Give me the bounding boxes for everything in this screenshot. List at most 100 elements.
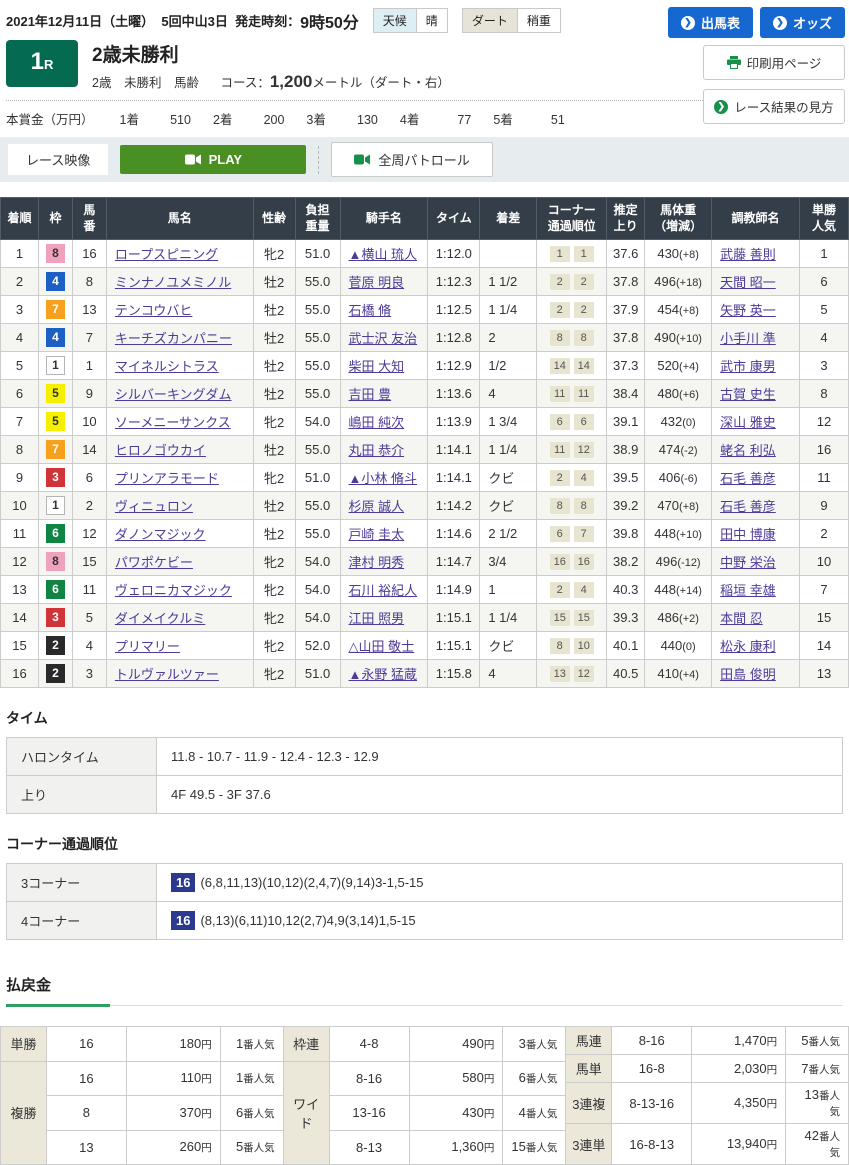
sex-age: 牝2: [253, 604, 295, 632]
body-weight-diff: (+4): [679, 669, 699, 681]
trainer-link[interactable]: 松永 康利: [720, 639, 776, 654]
trainer-link[interactable]: 石毛 善彦: [720, 499, 776, 514]
horse-link[interactable]: キーチズカンパニー: [115, 331, 232, 346]
col-horse-name: 馬名: [106, 198, 253, 240]
yen-suffix: 円: [484, 1108, 495, 1120]
trifecta-amount: 13,940: [727, 1136, 767, 1151]
exacta-payout-row: 馬単 16-8 2,030円 7番人気: [566, 1055, 849, 1083]
trainer-link[interactable]: 田中 博康: [720, 527, 776, 542]
trainer-link[interactable]: 稲垣 幸雄: [720, 583, 776, 598]
jockey-link[interactable]: ▲永野 猛蔵: [349, 667, 417, 682]
jockey-link[interactable]: 武士沢 友治: [349, 331, 418, 346]
col-win-popularity: 単勝 人気: [799, 198, 848, 240]
corner-4-pos: 14: [574, 358, 594, 374]
body-weight-diff: (-6): [680, 473, 697, 485]
jockey-link[interactable]: 吉田 豊: [349, 387, 392, 402]
jockey-link[interactable]: 石橋 脩: [349, 303, 392, 318]
margin: 4: [480, 660, 537, 688]
sex-age: 牝2: [253, 576, 295, 604]
popularity-suffix: 番人気: [243, 1039, 275, 1051]
trainer-link[interactable]: 本間 忍: [720, 611, 763, 626]
carried-weight: 54.0: [295, 408, 340, 436]
trainer-link[interactable]: 武藤 善則: [720, 247, 776, 262]
trainer-link[interactable]: 中野 栄治: [720, 555, 776, 570]
popularity-suffix: 番人気: [243, 1142, 275, 1154]
yen-suffix: 円: [767, 1036, 778, 1048]
horse-link[interactable]: テンコウバヒ: [115, 303, 192, 318]
jockey-link[interactable]: 丸田 恭介: [349, 443, 405, 458]
horse-link[interactable]: ミンナノユメミノル: [115, 275, 231, 290]
bracket-number: 4-8: [329, 1027, 409, 1062]
sex-age: 牡2: [253, 380, 295, 408]
jockey-link[interactable]: 杉原 誠人: [349, 499, 405, 514]
corner4-row: 4コーナー 16(8,13)(6,11)10,12(2,7)4,9(3,14)1…: [7, 902, 843, 940]
last-3f: 39.2: [607, 492, 645, 520]
horse-link[interactable]: ヒロノゴウカイ: [115, 443, 206, 458]
entries-button[interactable]: 出馬表: [668, 7, 753, 38]
horse-link[interactable]: トルヴァルツァー: [115, 667, 219, 682]
yen-suffix: 円: [201, 1073, 212, 1085]
wide-popularity: 4: [519, 1105, 526, 1120]
horse-link[interactable]: ヴィニュロン: [115, 499, 193, 514]
trainer-link[interactable]: 田島 俊明: [720, 667, 776, 682]
horse-link[interactable]: パワポケビー: [115, 555, 193, 570]
finish-time: 1:14.1: [428, 436, 480, 464]
horse-link[interactable]: ロープスピニング: [115, 247, 218, 262]
trainer-link[interactable]: 蛯名 利弘: [720, 443, 776, 458]
corner-4-pos: 8: [574, 330, 594, 346]
horse-link[interactable]: ヴェロニカマジック: [115, 583, 232, 598]
trainer-link[interactable]: 武市 康男: [720, 359, 776, 374]
jockey-link[interactable]: 嶋田 純次: [349, 415, 405, 430]
jockey-link[interactable]: 菅原 明良: [349, 275, 405, 290]
horse-link[interactable]: シルバーキングダム: [115, 387, 232, 402]
frame-number: 1: [46, 356, 65, 375]
trio-number: 8-13-16: [612, 1083, 692, 1124]
jockey-link[interactable]: △山田 敬士: [349, 639, 415, 654]
jockey-link[interactable]: ▲小林 脩斗: [349, 471, 417, 486]
play-button[interactable]: PLAY: [120, 145, 306, 174]
corner-table: 3コーナー 16(6,8,11,13)(10,12)(2,4,7)(9,14)3…: [6, 863, 843, 940]
jockey-link[interactable]: 津村 明秀: [349, 555, 405, 570]
horse-link[interactable]: プリンアラモード: [115, 471, 219, 486]
body-weight-diff: (+2): [679, 613, 699, 625]
jockey-link[interactable]: 柴田 大知: [349, 359, 405, 374]
result-guide-button[interactable]: レース結果の見方: [703, 89, 845, 124]
horse-link[interactable]: ダイメイクルミ: [115, 611, 205, 626]
trainer-link[interactable]: 天間 昭一: [720, 275, 776, 290]
trainer-link[interactable]: 深山 雅史: [720, 415, 776, 430]
print-page-button[interactable]: 印刷用ページ: [703, 45, 845, 80]
margin: 1/2: [480, 352, 537, 380]
top-buttons: 出馬表 オッズ: [668, 7, 845, 38]
video-strip: レース映像 PLAY 全周パトロール: [0, 137, 849, 182]
popularity-suffix: 番人気: [809, 1036, 841, 1048]
horse-link[interactable]: ダノンマジック: [115, 527, 206, 542]
col-carried-weight: 負担 重量: [295, 198, 340, 240]
patrol-video-button[interactable]: 全周パトロール: [331, 142, 492, 177]
jockey-link[interactable]: 江田 照男: [349, 611, 405, 626]
divider: [318, 146, 319, 174]
horse-link[interactable]: ソーメニーサンクス: [115, 415, 231, 430]
jockey-link[interactable]: 石川 裕紀人: [349, 583, 418, 598]
trainer-link[interactable]: 古賀 史生: [720, 387, 776, 402]
horse-number: 13: [72, 296, 106, 324]
place-amount: 260: [180, 1139, 202, 1154]
body-weight-diff: (+18): [676, 277, 702, 289]
place-popularity: 6: [236, 1105, 243, 1120]
yen-suffix: 円: [484, 1039, 495, 1051]
meeting-info: 5回中山3日: [161, 11, 227, 30]
odds-button[interactable]: オッズ: [760, 7, 845, 38]
last-3f: 37.9: [607, 296, 645, 324]
race-info: 2歳未勝利 2歳 未勝利 馬齢 コース：1,200メートル（ダート・右）: [92, 40, 450, 92]
place-payout-row: 複勝 16 110円 1番人気: [1, 1061, 284, 1096]
trainer-link[interactable]: 石毛 善彦: [720, 471, 776, 486]
horse-link[interactable]: プリマリー: [115, 639, 180, 654]
trainer-link[interactable]: 矢野 英一: [720, 303, 776, 318]
bracket-popularity: 3: [519, 1036, 526, 1051]
sex-age: 牝2: [253, 408, 295, 436]
last-3f: 39.1: [607, 408, 645, 436]
jockey-link[interactable]: ▲横山 琉人: [349, 247, 417, 262]
trainer-link[interactable]: 小手川 準: [720, 331, 776, 346]
jockey-link[interactable]: 戸崎 圭太: [349, 527, 405, 542]
last-3f: 40.3: [607, 576, 645, 604]
horse-link[interactable]: マイネルシトラス: [115, 359, 219, 374]
